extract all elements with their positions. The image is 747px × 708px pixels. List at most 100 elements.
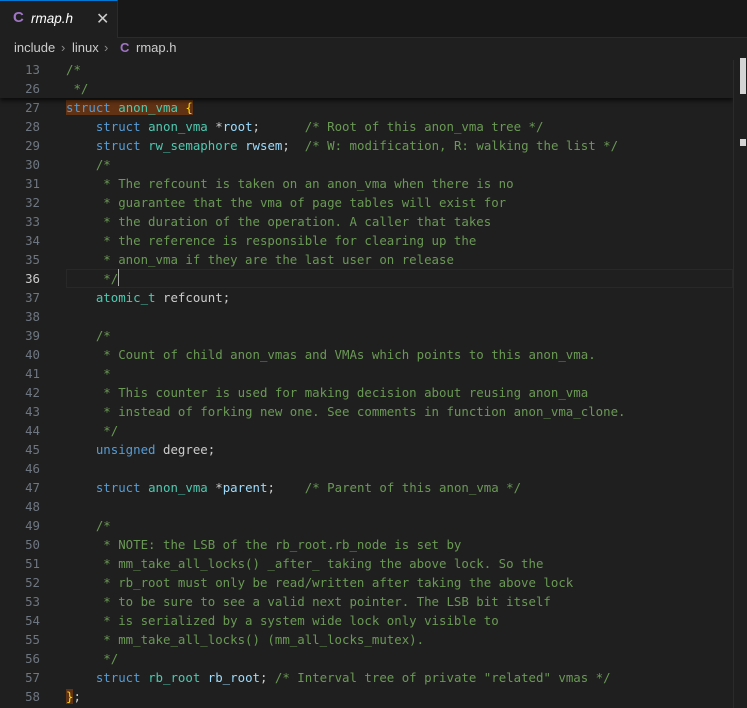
vertical-scrollbar[interactable]: [733, 60, 747, 708]
line-number: 43: [25, 404, 40, 419]
code-token: * Count of child anon_vmas and VMAs whic…: [95, 347, 596, 362]
code-line[interactable]: 55 * mm_take_all_locks() (mm_all_locks_m…: [0, 630, 733, 649]
code-token: rb_root: [207, 670, 260, 685]
line-number: 26: [25, 81, 40, 96]
code-token: *: [207, 480, 223, 495]
code-line[interactable]: 45 unsigned degree;: [0, 440, 733, 459]
code-token: /* Root of this anon_vma tree */: [304, 119, 544, 134]
code-line[interactable]: 35 * anon_vma if they are the last user …: [0, 250, 733, 269]
line-number: 36: [25, 271, 40, 286]
code-line[interactable]: 50 * NOTE: the LSB of the rb_root.rb_nod…: [0, 535, 733, 554]
code-line[interactable]: 30 /*: [0, 155, 733, 174]
current-line-highlight: [66, 269, 733, 288]
code-token: * guarantee that the vma of page tables …: [95, 195, 507, 210]
breadcrumb-item-file[interactable]: rmap.h: [136, 40, 176, 55]
code-token: * the duration of the operation. A calle…: [95, 214, 492, 229]
code-line[interactable]: 51 * mm_take_all_locks() _after_ taking …: [0, 554, 733, 573]
code-line[interactable]: 41 *: [0, 364, 733, 383]
code-token: degree;: [155, 442, 216, 457]
code-token: anon_vma: [148, 119, 208, 134]
code-line[interactable]: 32 * guarantee that the vma of page tabl…: [0, 193, 733, 212]
code-line[interactable]: 58};: [0, 687, 733, 706]
code-editor[interactable]: 27 struct anon_vma {28 struct anon_vma *r…: [0, 60, 747, 708]
line-number: 51: [25, 556, 40, 571]
text-cursor: [118, 269, 120, 286]
code-text: * is serialized by a system wide lock on…: [66, 611, 499, 630]
code-line[interactable]: 46: [0, 459, 733, 478]
code-line[interactable]: 31 * The refcount is taken on an anon_vm…: [0, 174, 733, 193]
code-token: * mm_take_all_locks() _after_ taking the…: [95, 556, 544, 571]
line-number: 46: [25, 461, 40, 476]
code-line[interactable]: 49 /*: [0, 516, 733, 535]
code-line[interactable]: 52 * rb_root must only be read/written a…: [0, 573, 733, 592]
code-token: rwsem: [245, 138, 283, 153]
code-line[interactable]: 48: [0, 497, 733, 516]
breadcrumb-item-include[interactable]: include: [14, 40, 55, 55]
code-line[interactable]: 28 struct anon_vma *root; /* Root of thi…: [0, 117, 733, 136]
code-line[interactable]: 33 * the duration of the operation. A ca…: [0, 212, 733, 231]
code-token: /*: [95, 157, 111, 172]
code-token: struct: [66, 100, 111, 115]
code-line[interactable]: 42 * This counter is used for making dec…: [0, 383, 733, 402]
code-token: parent: [222, 480, 268, 495]
code-token: * is serialized by a system wide lock on…: [95, 613, 499, 628]
code-token: /* Parent of this anon_vma */: [304, 480, 522, 495]
code-line[interactable]: 39 /*: [0, 326, 733, 345]
line-number: 54: [25, 613, 40, 628]
code-token: ;: [267, 480, 305, 495]
close-icon[interactable]: ✕: [96, 9, 109, 29]
breadcrumb-item-linux[interactable]: linux: [72, 40, 99, 55]
code-line[interactable]: 56 */: [0, 649, 733, 668]
code-line[interactable]: 44 */: [0, 421, 733, 440]
line-number: 56: [25, 651, 40, 666]
scrollbar-thumb[interactable]: [740, 58, 746, 94]
code-line[interactable]: 54 * is serialized by a system wide lock…: [0, 611, 733, 630]
code-text: * NOTE: the LSB of the rb_root.rb_node i…: [66, 535, 461, 554]
code-token: struct: [95, 480, 141, 495]
code-token: * rb_root must only be read/written afte…: [95, 575, 574, 590]
code-text: *: [66, 364, 111, 383]
code-line[interactable]: 43 * instead of forking new one. See com…: [0, 402, 733, 421]
line-number: 47: [25, 480, 40, 495]
code-line[interactable]: 36 */: [0, 269, 733, 288]
code-text: * the duration of the operation. A calle…: [66, 212, 491, 231]
code-line[interactable]: 29 struct rw_semaphore rwsem; /* W: modi…: [0, 136, 733, 155]
code-token: * anon_vma if they are the last user on …: [95, 252, 454, 267]
code-line[interactable]: 47 struct anon_vma *parent; /* Parent of…: [0, 478, 733, 497]
code-line[interactable]: 26 */: [0, 79, 733, 98]
code-line[interactable]: 57 struct rb_root rb_root; /* Interval t…: [0, 668, 733, 687]
code-line[interactable]: 53 * to be sure to see a valid next poin…: [0, 592, 733, 611]
code-token: unsigned: [95, 442, 156, 457]
code-token: *: [95, 366, 111, 381]
code-line[interactable]: 40 * Count of child anon_vmas and VMAs w…: [0, 345, 733, 364]
code-token: rw_semaphore: [148, 138, 238, 153]
code-token: * to be sure to see a valid next pointer…: [95, 594, 551, 609]
code-line[interactable]: 13 /*: [0, 60, 733, 79]
sticky-scroll-header[interactable]: 13 /* 26 */: [0, 60, 733, 98]
code-token: struct: [95, 138, 141, 153]
code-line[interactable]: 38: [0, 307, 733, 326]
code-text: */: [66, 79, 88, 98]
code-text: * instead of forking new one. See commen…: [66, 402, 625, 421]
code-line[interactable]: 34 * the reference is responsible for cl…: [0, 231, 733, 250]
line-number: 48: [25, 499, 40, 514]
code-line[interactable]: 27 struct anon_vma {: [0, 98, 733, 117]
line-number: 28: [25, 119, 40, 134]
line-number: 37: [25, 290, 40, 305]
code-line[interactable]: 37 atomic_t refcount;: [0, 288, 733, 307]
code-text: /*: [66, 155, 111, 174]
code-token: /* Interval tree of private "related" vm…: [274, 670, 611, 685]
tab-rmap-h[interactable]: C rmap.h ✕: [0, 0, 118, 38]
